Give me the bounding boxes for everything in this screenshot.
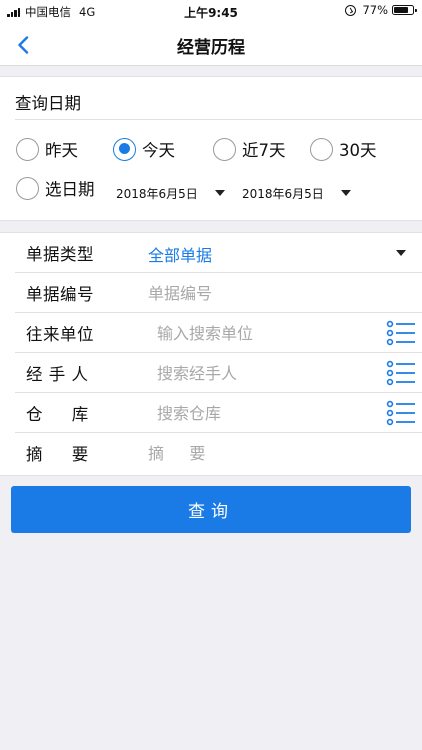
- list-icon: [386, 320, 415, 346]
- warehouse-search-input[interactable]: [157, 400, 377, 426]
- filter-form: 单据类型 全部单据 单据编号 往来单位 经 手 人: [0, 232, 422, 476]
- status-right: 77%: [345, 3, 417, 17]
- date-filter-panel: 查询日期 昨天 今天 近7天 30天 选日期 2018年6月5日 2018年6月…: [0, 76, 422, 221]
- warehouse-label: 仓 库: [26, 405, 89, 424]
- handler-list-button[interactable]: [386, 358, 416, 388]
- radio-label: 昨天: [45, 141, 78, 160]
- doc-type-value[interactable]: 全部单据: [148, 242, 212, 266]
- radio-label: 选日期: [45, 180, 95, 199]
- doc-number-row: 单据编号: [15, 273, 422, 313]
- list-icon: [386, 400, 415, 426]
- battery-percent: 77%: [362, 3, 388, 17]
- end-date-value: 2018年6月5日: [242, 186, 324, 201]
- end-date-select[interactable]: 2018年6月5日: [242, 181, 351, 205]
- page-title: 经营历程: [177, 38, 245, 58]
- warehouse-list-button[interactable]: [386, 398, 416, 428]
- caret-down-icon: [214, 190, 225, 196]
- radio-label: 30天: [339, 141, 377, 160]
- partner-label: 往来单位: [26, 325, 94, 344]
- caret-down-icon[interactable]: [396, 250, 406, 256]
- doc-type-label: 单据类型: [26, 245, 94, 264]
- summary-label: 摘 要: [26, 445, 89, 464]
- doc-number-label: 单据编号: [26, 285, 94, 304]
- radio-custom-date[interactable]: 选日期: [16, 176, 95, 200]
- radio-30-days[interactable]: 30天: [310, 137, 377, 161]
- radio-circle-icon: [113, 137, 136, 161]
- radio-label: 近7天: [242, 141, 286, 160]
- query-button[interactable]: 查询: [11, 486, 411, 533]
- radio-today[interactable]: 今天: [113, 137, 175, 161]
- start-date-value: 2018年6月5日: [116, 186, 198, 201]
- radio-circle-icon: [16, 176, 39, 200]
- summary-input[interactable]: [148, 440, 368, 466]
- handler-search-input[interactable]: [157, 360, 377, 386]
- partner-row: 往来单位: [15, 313, 422, 353]
- rotation-lock-icon: [345, 4, 357, 16]
- start-date-select[interactable]: 2018年6月5日: [116, 181, 225, 205]
- nav-bar: 经营历程: [0, 22, 422, 66]
- date-section-title: 查询日期: [15, 94, 81, 113]
- handler-label: 经 手 人: [26, 365, 89, 384]
- warehouse-row: 仓 库: [15, 393, 422, 433]
- divider: [15, 119, 422, 120]
- handler-row: 经 手 人: [15, 353, 422, 393]
- radio-circle-icon: [16, 137, 39, 161]
- partner-search-input[interactable]: [157, 320, 377, 346]
- radio-yesterday[interactable]: 昨天: [16, 137, 78, 161]
- doc-number-input[interactable]: [148, 280, 368, 306]
- battery-icon: [392, 5, 417, 15]
- status-bar: 中国电信 4G 上午9:45 77%: [0, 0, 422, 22]
- summary-row: 摘 要: [15, 433, 422, 473]
- radio-circle-icon: [213, 137, 236, 161]
- list-icon: [386, 360, 415, 386]
- radio-last-7-days[interactable]: 近7天: [213, 137, 286, 161]
- partner-list-button[interactable]: [386, 318, 416, 348]
- caret-down-icon: [340, 190, 351, 196]
- battery-fill: [394, 7, 408, 13]
- doc-type-row[interactable]: 单据类型 全部单据: [15, 233, 422, 273]
- radio-label: 今天: [142, 141, 175, 160]
- radio-circle-icon: [310, 137, 333, 161]
